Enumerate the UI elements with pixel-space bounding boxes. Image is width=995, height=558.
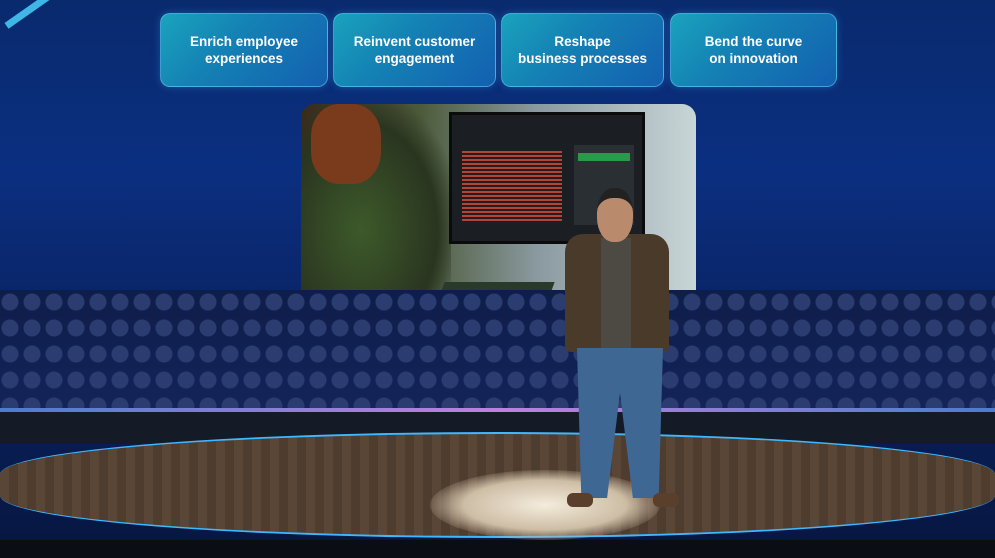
- code-editor: [462, 151, 562, 221]
- audience: [0, 290, 995, 415]
- presenter-shoe: [653, 493, 679, 507]
- stage-base: [0, 540, 995, 558]
- presenter-head: [597, 188, 633, 242]
- banner-cards: Enrich employee experiences Reinvent cus…: [160, 13, 837, 87]
- presenter-jeans: [577, 348, 663, 498]
- hair: [311, 104, 381, 184]
- presenter: [563, 188, 679, 513]
- card-label: Reshape business processes: [517, 34, 648, 66]
- presenter-shirt: [601, 238, 631, 348]
- card-enrich-employee-experiences: Enrich employee experiences: [160, 13, 328, 87]
- presenter-shoe: [567, 493, 593, 507]
- card-reinvent-customer-engagement: Reinvent customer engagement: [333, 13, 496, 87]
- card-label: Reinvent customer engagement: [353, 34, 476, 66]
- card-bend-the-curve: Bend the curve on innovation: [670, 13, 837, 87]
- card-reshape-business-processes: Reshape business processes: [501, 13, 664, 87]
- woman-at-desk: [301, 104, 451, 314]
- accent-stripe: [4, 0, 50, 29]
- card-label: Enrich employee experiences: [189, 34, 299, 66]
- side-panel-highlight: [578, 153, 630, 161]
- card-label: Bend the curve on innovation: [704, 34, 803, 66]
